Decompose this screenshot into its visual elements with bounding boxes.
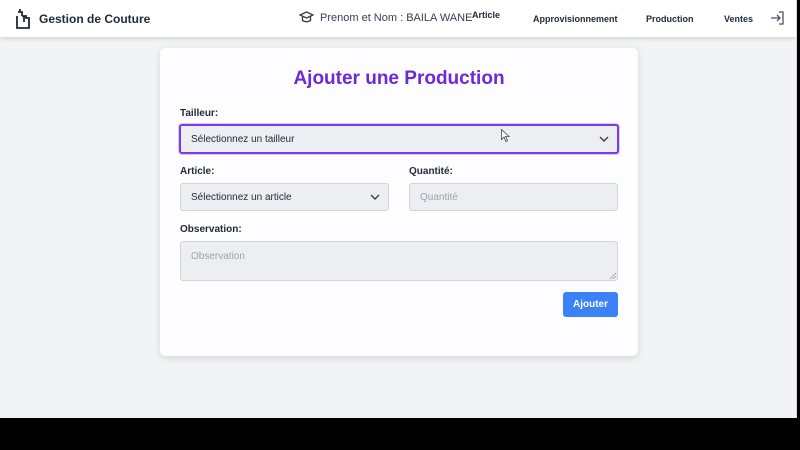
article-select[interactable]: Sélectionnez un article	[180, 183, 389, 211]
user-info: Prenom et Nom : BAILA WANE	[299, 11, 472, 24]
production-form-card: Ajouter une Production Tailleur: Sélecti…	[160, 48, 638, 356]
quantite-label: Quantité:	[409, 166, 453, 177]
quantite-placeholder: Quantité	[420, 191, 458, 203]
observation-textarea[interactable]: Observation	[180, 241, 618, 281]
observation-placeholder: Observation	[191, 251, 245, 262]
nav-article[interactable]: Article	[472, 10, 500, 20]
nav-production[interactable]: Production	[646, 14, 694, 24]
top-navbar: Gestion de Couture Prenom et Nom : BAILA…	[0, 0, 796, 37]
article-label: Article:	[180, 166, 215, 177]
sewing-machine-icon	[16, 9, 30, 29]
tailleur-select[interactable]: Sélectionnez un tailleur	[179, 124, 619, 154]
brand[interactable]: Gestion de Couture	[14, 8, 150, 30]
quantite-input[interactable]: Quantité	[409, 183, 618, 211]
tailleur-select-value: Sélectionnez un tailleur	[191, 133, 295, 145]
user-name: Prenom et Nom : BAILA WANE	[320, 11, 473, 24]
observation-label: Observation:	[180, 224, 242, 235]
nav-ventes[interactable]: Ventes	[724, 14, 753, 24]
chevron-down-icon	[599, 136, 609, 142]
browser-viewport: Gestion de Couture Prenom et Nom : BAILA…	[0, 0, 797, 418]
nav-approvisionnement[interactable]: Approvisionnement	[533, 14, 618, 24]
form-title: Ajouter une Production	[293, 68, 505, 89]
chevron-down-icon	[370, 194, 380, 200]
graduation-cap-icon	[299, 11, 314, 23]
article-select-value: Sélectionnez un article	[191, 191, 292, 203]
logout-icon[interactable]	[770, 11, 784, 25]
mouse-cursor-icon	[501, 129, 510, 142]
app-title: Gestion de Couture	[39, 12, 151, 26]
ajouter-button[interactable]: Ajouter	[563, 292, 618, 317]
tailleur-label: Tailleur:	[180, 108, 219, 119]
resize-handle-icon[interactable]	[610, 273, 616, 279]
